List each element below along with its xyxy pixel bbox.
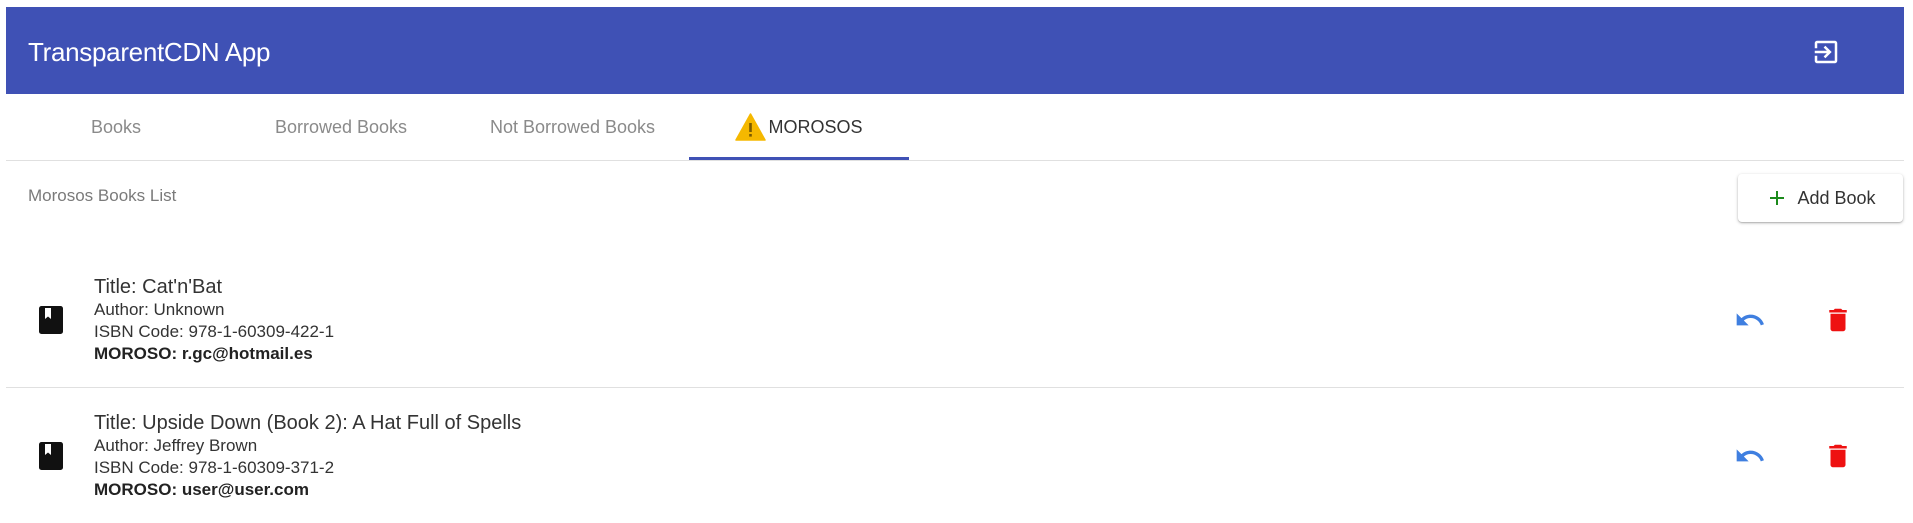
moroso-email: r.gc@hotmail.es: [181, 344, 313, 363]
tab-books[interactable]: Books: [6, 94, 226, 160]
tab-not-borrowed-books[interactable]: Not Borrowed Books: [456, 94, 689, 160]
logout-button[interactable]: [1810, 36, 1842, 68]
return-book-button[interactable]: [1734, 440, 1766, 472]
book-author: Author: Jeffrey Brown: [94, 436, 258, 455]
undo-icon: [1736, 448, 1764, 461]
book-isbn: ISBN Code: 978-1-60309-422-1: [94, 322, 335, 341]
logout-icon: [1814, 40, 1838, 64]
book-moroso: MOROSO: r.gc@hotmail.es: [94, 343, 334, 365]
moroso-email: user@user.com: [181, 480, 309, 499]
tab-morosos[interactable]: MOROSOS: [689, 94, 909, 160]
undo-icon: [1736, 312, 1764, 325]
book-icon: [39, 305, 63, 334]
tab-borrowed-books-label: Borrowed Books: [274, 116, 408, 137]
tab-morosos-label: MOROSOS: [768, 116, 863, 137]
list-item: Title: Cat'n'Bat Author: Unknown ISBN Co…: [6, 252, 1904, 388]
tab-borrowed-books[interactable]: Borrowed Books: [226, 94, 456, 160]
app-title: TransparentCDN App: [28, 37, 271, 67]
page: TransparentCDN App Books Borrowed Books …: [0, 0, 1913, 523]
book-title: Title: Upside Down (Book 2): A Hat Full …: [94, 412, 522, 434]
tab-books-label: Books: [90, 116, 142, 137]
return-book-button[interactable]: [1734, 304, 1766, 336]
delete-book-button[interactable]: [1822, 304, 1854, 336]
tab-not-borrowed-books-label: Not Borrowed Books: [489, 116, 656, 137]
book-moroso: MOROSO: user@user.com: [94, 479, 521, 501]
active-tab-indicator: [689, 157, 909, 160]
list-item: Title: Upside Down (Book 2): A Hat Full …: [6, 388, 1904, 523]
warning-icon: [735, 113, 767, 141]
moroso-label: MOROSO:: [94, 480, 178, 499]
book-details: Title: Cat'n'Bat Author: Unknown ISBN Co…: [94, 275, 334, 365]
trash-icon: [1829, 308, 1847, 331]
book-author: Author: Unknown: [94, 300, 225, 319]
tab-bar: Books Borrowed Books Not Borrowed Books …: [6, 94, 1904, 161]
book-isbn: ISBN Code: 978-1-60309-371-2: [94, 458, 335, 477]
book-icon: [39, 441, 63, 470]
add-book-button[interactable]: Add Book: [1738, 174, 1903, 222]
book-title: Title: Cat'n'Bat: [94, 276, 223, 298]
book-details: Title: Upside Down (Book 2): A Hat Full …: [94, 411, 521, 501]
add-book-label: Add Book: [1797, 187, 1876, 208]
moroso-label: MOROSO:: [94, 344, 178, 363]
trash-icon: [1829, 444, 1847, 467]
plus-icon: [1770, 191, 1785, 205]
delete-book-button[interactable]: [1822, 440, 1854, 472]
list-title: Morosos Books List: [28, 186, 177, 205]
app-bar: TransparentCDN App: [6, 7, 1904, 94]
